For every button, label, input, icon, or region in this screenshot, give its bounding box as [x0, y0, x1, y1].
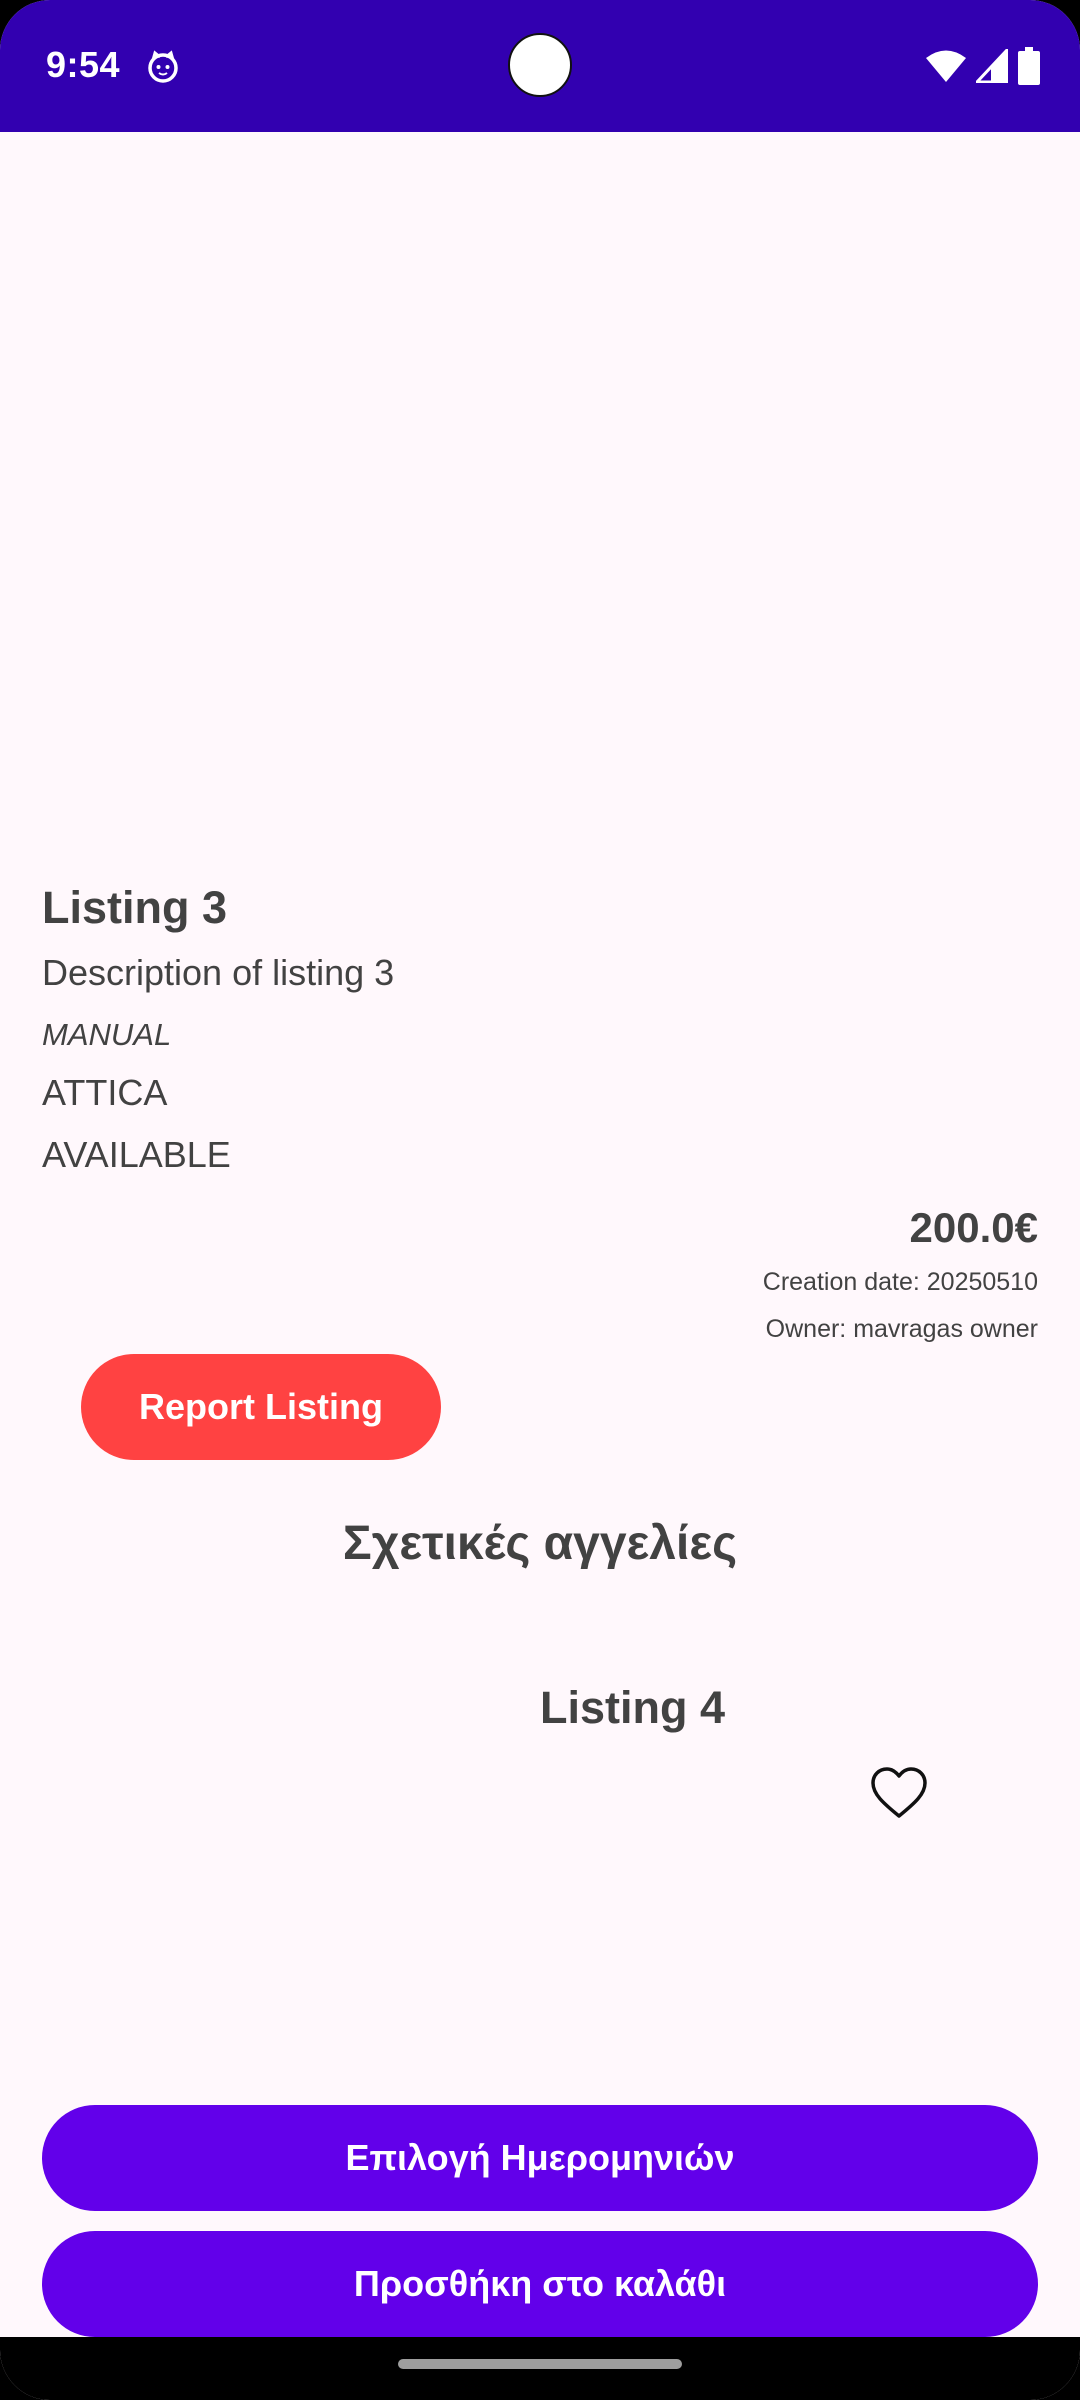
navigation-bar — [0, 2337, 1080, 2400]
cellular-signal-icon — [976, 49, 1008, 83]
home-gesture-handle[interactable] — [398, 2359, 682, 2369]
select-dates-button[interactable]: Επιλογή Ημερομηνιών — [42, 2105, 1038, 2211]
listing-region: ATTICA — [42, 1072, 168, 1113]
listing-creation-date: Creation date: 20250510 — [762, 1268, 1038, 1296]
heart-outline-icon[interactable] — [870, 1766, 928, 1820]
battery-icon — [1018, 47, 1040, 85]
listing-title: Listing 3 — [42, 882, 228, 933]
listing-owner: Owner: mavragas owner — [765, 1315, 1038, 1343]
status-icons — [926, 46, 1040, 86]
cat-notification-icon — [148, 50, 178, 83]
listing-image — [0, 132, 1080, 852]
status-time: 9:54 — [46, 44, 121, 85]
status-bar: 9:54 — [0, 0, 1080, 132]
camera-cutout — [508, 33, 572, 97]
related-listing-card[interactable]: Listing 4 — [42, 1682, 1038, 1982]
wifi-icon — [926, 50, 966, 82]
related-listings-heading: Σχετικές αγγελίες — [342, 1517, 738, 1570]
add-to-cart-button[interactable]: Προσθήκη στο καλάθι — [42, 2231, 1038, 2337]
listing-details: Listing 3 Description of listing 3 MANUA… — [0, 132, 1080, 2337]
report-listing-button[interactable]: Report Listing — [81, 1354, 441, 1460]
listing-availability: AVAILABLE — [42, 1134, 231, 1175]
related-listing-title: Listing 4 — [540, 1682, 726, 1733]
listing-description: Description of listing 3 — [42, 952, 395, 993]
listing-price: 200.0€ — [909, 1204, 1038, 1251]
screen: 9:54 Listing 3 Description of listing 3 … — [0, 0, 1080, 2400]
listing-type: MANUAL — [42, 1017, 172, 1052]
